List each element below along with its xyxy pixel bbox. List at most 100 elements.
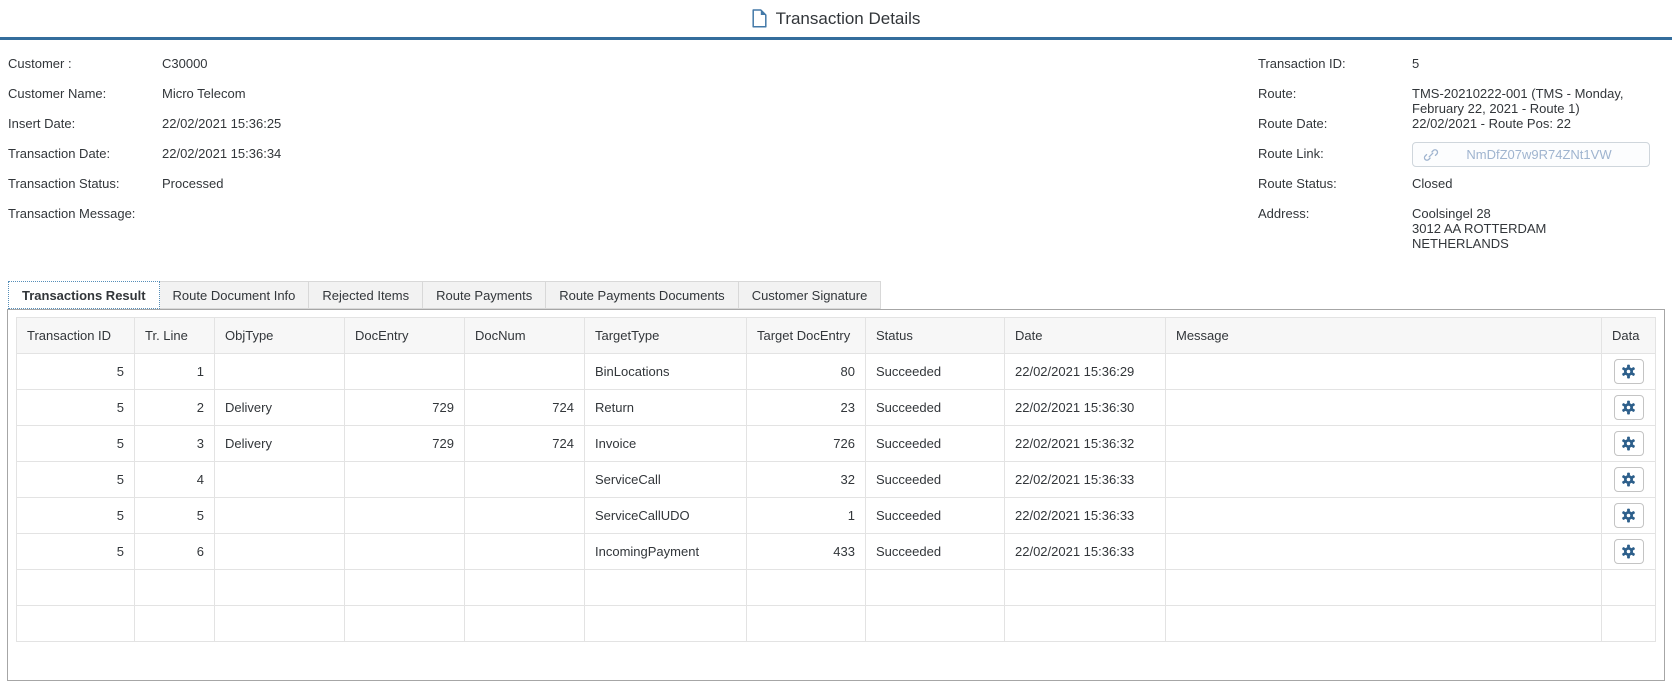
table-cell: Succeeded <box>866 534 1005 570</box>
column-header: ObjType <box>215 318 345 354</box>
table-cell: 5 <box>17 462 135 498</box>
data-cell <box>1602 462 1656 498</box>
field-label: Transaction ID: <box>1258 56 1412 72</box>
table-cell: 22/02/2021 15:36:30 <box>1005 390 1166 426</box>
column-header: TargetType <box>585 318 747 354</box>
data-cell <box>1602 426 1656 462</box>
detail-row: Customer :C30000 <box>8 50 281 80</box>
table-cell <box>215 354 345 390</box>
data-cell <box>1602 354 1656 390</box>
table-cell: 22/02/2021 15:36:33 <box>1005 498 1166 534</box>
detail-row: Route Date:22/02/2021 - Route Pos: 22 <box>1258 110 1662 140</box>
route-link-button[interactable]: NmDfZ07w9R74ZNt1VW <box>1412 142 1650 167</box>
table-cell <box>465 498 585 534</box>
table-cell <box>215 606 345 642</box>
table-cell <box>747 606 866 642</box>
table-cell <box>17 570 135 606</box>
table-cell: Delivery <box>215 390 345 426</box>
table-row: 53Delivery729724Invoice726Succeeded22/02… <box>17 426 1656 462</box>
address-line: 3012 AA ROTTERDAM <box>1412 221 1652 236</box>
document-icon <box>752 9 767 28</box>
table-row: 52Delivery729724Return23Succeeded22/02/2… <box>17 390 1656 426</box>
table-cell <box>1602 570 1656 606</box>
table-cell <box>1166 462 1602 498</box>
field-value: Processed <box>162 176 223 192</box>
gear-icon <box>1621 400 1636 415</box>
table-cell <box>1005 606 1166 642</box>
data-button[interactable] <box>1614 431 1644 456</box>
tab-rejected-items[interactable]: Rejected Items <box>309 281 423 309</box>
table-row: 56IncomingPayment433Succeeded22/02/2021 … <box>17 534 1656 570</box>
table-cell <box>585 606 747 642</box>
table-cell <box>1166 498 1602 534</box>
table-row: 54ServiceCall32Succeeded22/02/2021 15:36… <box>17 462 1656 498</box>
column-header: Target DocEntry <box>747 318 866 354</box>
detail-row: Transaction Date:22/02/2021 15:36:34 <box>8 140 281 170</box>
data-button[interactable] <box>1614 467 1644 492</box>
table-cell: BinLocations <box>585 354 747 390</box>
detail-row: Transaction ID:5 <box>1258 50 1662 80</box>
table-cell <box>215 462 345 498</box>
field-label: Transaction Date: <box>8 146 162 162</box>
table-cell <box>215 534 345 570</box>
table-cell: 5 <box>17 390 135 426</box>
field-label: Route: <box>1258 86 1412 102</box>
tab-route-payments-documents[interactable]: Route Payments Documents <box>546 281 738 309</box>
table-cell: 5 <box>135 498 215 534</box>
table-cell <box>1166 606 1602 642</box>
details-left-column: Customer :C30000Customer Name:Micro Tele… <box>8 50 281 281</box>
tab-route-payments[interactable]: Route Payments <box>423 281 546 309</box>
table-cell: 23 <box>747 390 866 426</box>
table-cell <box>135 606 215 642</box>
tab-transactions-result[interactable]: Transactions Result <box>8 281 160 309</box>
page-header: Transaction Details <box>0 0 1672 40</box>
field-value: 22/02/2021 - Route Pos: 22 <box>1412 116 1652 131</box>
table-cell <box>866 606 1005 642</box>
table-cell <box>345 606 465 642</box>
field-value: Closed <box>1412 176 1652 191</box>
data-button[interactable] <box>1614 539 1644 564</box>
column-header: Date <box>1005 318 1166 354</box>
column-header: DocNum <box>465 318 585 354</box>
field-value: 5 <box>1412 56 1652 71</box>
table-row: 55ServiceCallUDO1Succeeded22/02/2021 15:… <box>17 498 1656 534</box>
table-cell <box>747 570 866 606</box>
table-cell <box>465 534 585 570</box>
column-header: DocEntry <box>345 318 465 354</box>
table-cell: ServiceCallUDO <box>585 498 747 534</box>
table-cell <box>1005 570 1166 606</box>
table-cell: 6 <box>135 534 215 570</box>
gear-icon <box>1621 364 1636 379</box>
column-header: Transaction ID <box>17 318 135 354</box>
table-cell: 22/02/2021 15:36:33 <box>1005 462 1166 498</box>
table-cell: 32 <box>747 462 866 498</box>
address-line: Coolsingel 28 <box>1412 206 1652 221</box>
detail-row: Transaction Message: <box>8 200 281 230</box>
data-button[interactable] <box>1614 359 1644 384</box>
table-cell: 5 <box>17 354 135 390</box>
table-cell: 5 <box>17 534 135 570</box>
details-right-column: Transaction ID:5Route:TMS-20210222-001 (… <box>1258 50 1662 281</box>
tab-customer-signature[interactable]: Customer Signature <box>739 281 882 309</box>
field-value: Coolsingel 283012 AA ROTTERDAMNETHERLAND… <box>1412 206 1652 251</box>
data-cell <box>1602 390 1656 426</box>
field-value: Micro Telecom <box>162 86 246 102</box>
table-cell: ServiceCall <box>585 462 747 498</box>
data-button[interactable] <box>1614 503 1644 528</box>
tab-route-document-info[interactable]: Route Document Info <box>160 281 310 309</box>
table-cell <box>1166 354 1602 390</box>
table-cell: 22/02/2021 15:36:33 <box>1005 534 1166 570</box>
data-button[interactable] <box>1614 395 1644 420</box>
table-cell <box>345 462 465 498</box>
column-header: Data <box>1602 318 1656 354</box>
table-cell <box>866 570 1005 606</box>
column-header: Message <box>1166 318 1602 354</box>
route-link-value: NmDfZ07w9R74ZNt1VW <box>1439 147 1639 162</box>
tab-content-panel: Transaction IDTr. LineObjTypeDocEntryDoc… <box>7 309 1665 681</box>
field-label: Route Status: <box>1258 176 1412 192</box>
field-label: Transaction Message: <box>8 206 162 222</box>
table-cell <box>1166 534 1602 570</box>
table-cell <box>1166 426 1602 462</box>
table-cell: 433 <box>747 534 866 570</box>
page-title: Transaction Details <box>776 9 921 29</box>
